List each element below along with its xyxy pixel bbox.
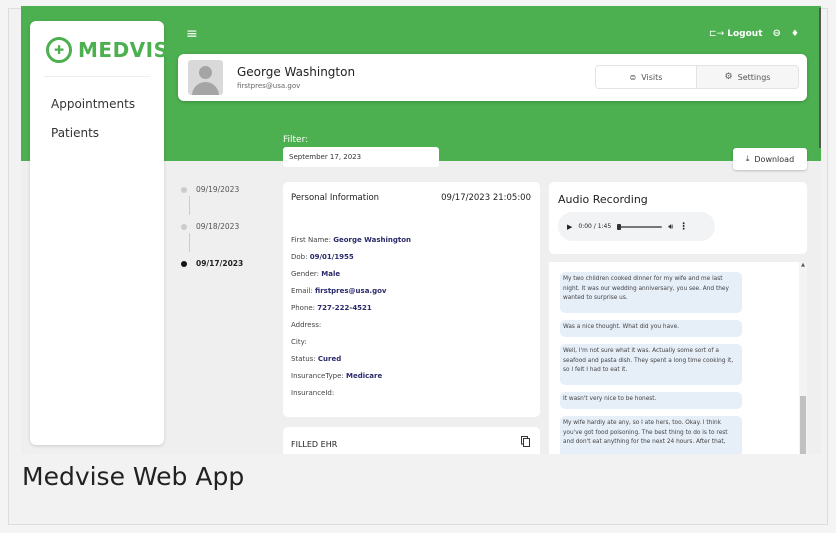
patient-header-card: George Washington firstpres@usa.gov ⊜ Vi… (178, 54, 807, 101)
ehr-title: FILLED EHR (291, 440, 338, 449)
hamburger-icon[interactable]: ≡ (186, 26, 198, 42)
logo[interactable]: ✚ MEDVISE (46, 37, 183, 63)
timeline-date: 09/19/2023 (196, 185, 240, 194)
tab-visits-label: Visits (641, 72, 663, 82)
volume-icon[interactable]: 🔊︎ (668, 222, 673, 232)
copy-icon[interactable] (521, 436, 530, 447)
field-dob: Dob: 09/01/1955 (291, 253, 354, 261)
download-icon: ⤓ (745, 154, 750, 163)
field-insurance-type: InsuranceType: Medicare (291, 372, 383, 380)
tab-settings[interactable]: ⚙ Settings (697, 66, 798, 88)
bell-icon[interactable]: ♦ (791, 29, 799, 39)
more-options-icon[interactable]: ⋮ (679, 222, 688, 232)
medvise-logo-icon: ✚ (46, 37, 72, 63)
logout-icon: ⊏→ (709, 28, 725, 39)
visit-datetime: 09/17/2023 21:05:00 (441, 193, 531, 203)
sidebar-item-patients[interactable]: Patients (51, 126, 99, 140)
sidebar-item-appointments[interactable]: Appointments (51, 97, 135, 111)
tab-bar: ⊜ Visits ⚙ Settings (595, 65, 799, 89)
filter-label: Filter: (283, 135, 309, 145)
transcript-message: My wife hardly ate any, so I ate hers, t… (560, 416, 742, 454)
timeline-connector (189, 196, 190, 215)
app-window: ✚ MEDVISE Appointments Patients ≡ ⊏→ Log… (21, 6, 821, 454)
audio-title: Audio Recording (558, 193, 648, 206)
transcript-message: My two children cooked dinner for my wif… (560, 272, 742, 313)
filter-date-input[interactable] (283, 147, 439, 167)
field-email: Email: firstpres@usa.gov (291, 287, 387, 295)
personal-info-card: Personal Information 09/17/2023 21:05:00… (283, 182, 540, 417)
audio-player: ▶ 0:00 / 1:45 🔊︎ ⋮ (558, 212, 715, 241)
timeline-item-active[interactable]: 09/17/2023 (181, 259, 243, 268)
timeline-date: 09/17/2023 (196, 259, 244, 268)
audio-recording-card: Audio Recording ▶ 0:00 / 1:45 🔊︎ ⋮ (549, 182, 807, 254)
field-status: Status: Cured (291, 355, 342, 363)
gear-icon: ⚙ (724, 72, 733, 82)
top-actions: ⊏→ Logout ⊖ ♦ (709, 28, 799, 39)
timeline-dot (181, 223, 187, 230)
field-first-name: First Name: George Washington (291, 236, 412, 244)
field-address: Address: (291, 321, 322, 329)
field-gender: Gender: Male (291, 270, 341, 278)
play-icon[interactable]: ▶ (567, 223, 572, 231)
transcript-panel[interactable]: My two children cooked dinner for my wif… (549, 262, 807, 454)
tab-settings-label: Settings (737, 72, 771, 82)
field-city: City: (291, 338, 307, 346)
filled-ehr-card: FILLED EHR (283, 427, 540, 454)
timeline-dot (181, 186, 187, 193)
transcript-scroll-thumb[interactable] (800, 396, 806, 454)
audio-time: 0:00 / 1:45 (578, 223, 612, 230)
download-label: Download (754, 154, 795, 164)
download-button[interactable]: ⤓ Download (733, 148, 807, 170)
scroll-up-arrow-icon[interactable]: ▲ (799, 262, 807, 268)
patient-email: firstpres@usa.gov (237, 82, 301, 90)
field-insurance-id: InsuranceId: (291, 389, 335, 397)
timeline-item[interactable]: 09/18/2023 (181, 222, 239, 231)
personal-info-title: Personal Information (291, 193, 380, 203)
timeline-dot-active (181, 260, 187, 267)
timeline-date: 09/18/2023 (196, 222, 240, 231)
transcript-message: It wasn't very nice to be honest. (560, 392, 742, 409)
transcript-message: Well, I'm not sure what it was. Actually… (560, 344, 742, 385)
avatar (188, 60, 223, 95)
transcript-message: Was a nice thought. What did you have. (560, 320, 742, 337)
patient-name: George Washington (237, 65, 356, 79)
tab-visits[interactable]: ⊜ Visits (596, 66, 697, 88)
sidebar: ✚ MEDVISE Appointments Patients (30, 21, 182, 445)
visits-icon: ⊜ (629, 72, 637, 82)
window-edge (819, 8, 821, 148)
sidebar-divider (44, 76, 150, 77)
audio-seek-bar[interactable] (617, 223, 663, 230)
field-phone: Phone: 727-222-4521 (291, 304, 372, 312)
logo-text: MEDVISE (78, 38, 183, 62)
timeline-connector (189, 233, 190, 252)
account-icon[interactable]: ⊖ (773, 28, 781, 39)
logout-label: Logout (727, 28, 763, 39)
caption: Medvise Web App (22, 462, 245, 491)
logout-button[interactable]: ⊏→ Logout (709, 29, 763, 39)
timeline-item[interactable]: 09/19/2023 (181, 185, 239, 194)
